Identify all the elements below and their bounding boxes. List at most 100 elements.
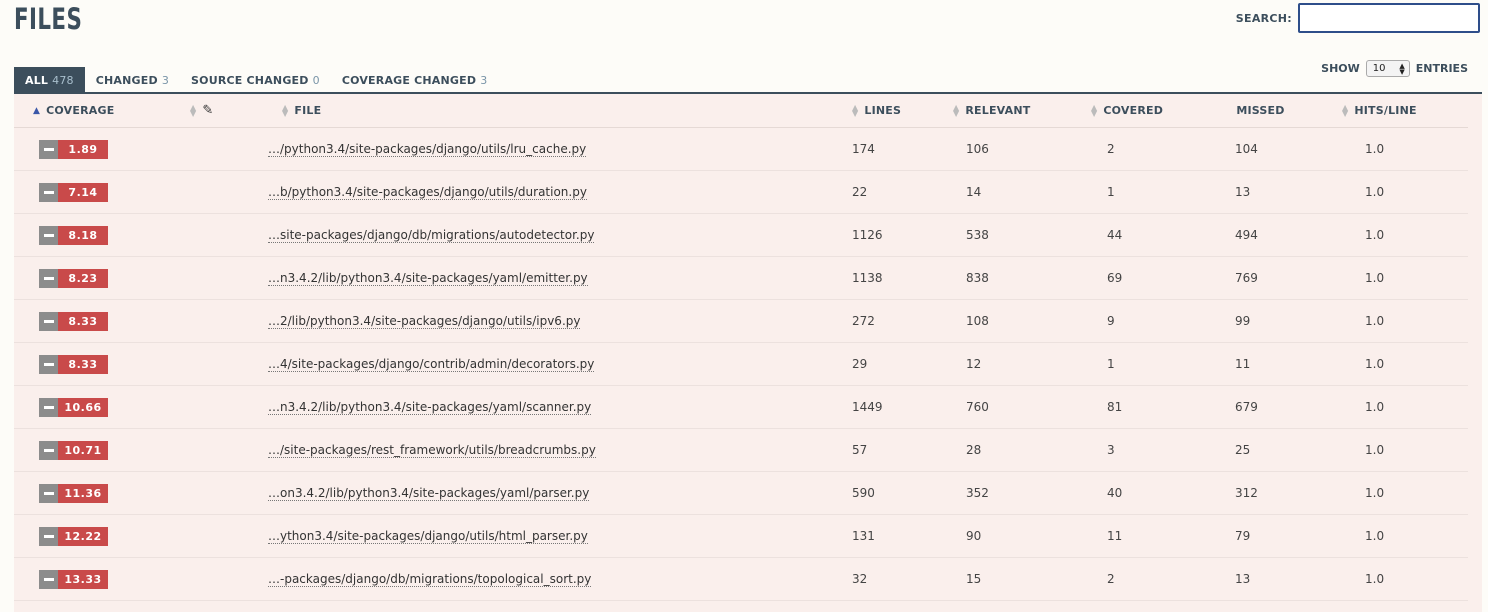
column-header-hits[interactable]: ▲ ▼ HITS/LINE [1312,94,1468,128]
tab-label: COVERAGE CHANGED [341,73,477,87]
coverage-cell: 8.33 [14,299,168,343]
minus-icon[interactable] [39,569,58,589]
entries-control: SHOW 10 ▲ ▼ ENTRIES [1321,60,1468,77]
missed-cell: 679 [1192,385,1312,429]
hits-cell: 1.0 [1312,256,1468,300]
edit-cell [168,557,246,601]
table-row: 10.66 …n3.4.2/lib/python3.4/site-package… [14,385,1468,429]
missed-cell: 25 [1192,428,1312,472]
relevant-cell: 108 [920,299,1058,343]
hits-cell: 1.0 [1312,213,1468,257]
coverage-badge: 1.89 [58,139,108,159]
file-link[interactable]: …/site-packages/rest_framework/utils/bre… [268,443,596,458]
relevant-cell: 838 [920,256,1058,300]
file-cell: …-packages/django/db/migrations/topologi… [246,557,820,601]
missed-cell: 769 [1192,256,1312,300]
file-link[interactable]: …4/site-packages/django/contrib/admin/de… [268,357,595,372]
search-label: SEARCH: [1235,11,1292,25]
missed-cell: 104 [1192,127,1312,171]
file-cell: …2/lib/python3.4/site-packages/django/ut… [246,299,820,343]
file-link[interactable]: …/python3.4/site-packages/django/utils/l… [268,142,587,157]
minus-icon[interactable] [39,182,58,202]
hits-cell: 1.0 [1312,428,1468,472]
tab-source-changed[interactable]: SOURCE CHANGED 0 [180,67,331,93]
coverage-badge: 7.14 [58,182,108,202]
minus-icon[interactable] [39,440,58,460]
file-link[interactable]: …n3.4.2/lib/python3.4/site-packages/yaml… [268,271,588,286]
column-header-edit[interactable]: ▲ ▼ ✎ [168,94,246,128]
tab-label: SOURCE CHANGED [191,73,309,87]
coverage-badge: 8.33 [58,354,108,374]
coverage-badge: 12.22 [58,526,108,546]
file-link[interactable]: …ython3.4/site-packages/django/utils/htm… [268,529,588,544]
file-link[interactable]: …-packages/django/db/migrations/topologi… [268,572,592,587]
entries-select[interactable]: 10 ▲ ▼ [1365,60,1410,77]
file-link[interactable]: …n3.4.2/lib/python3.4/site-packages/yaml… [268,400,592,415]
minus-icon[interactable] [39,354,58,374]
covered-cell: 1 [1058,170,1192,214]
table-row: 12.22 …ython3.4/site-packages/django/uti… [14,514,1468,558]
file-link[interactable]: …site-packages/django/db/migrations/auto… [268,228,595,243]
tab-count: 478 [52,73,74,87]
relevant-cell: 15 [920,557,1058,601]
minus-icon[interactable] [39,397,58,417]
page-title: FILES [14,2,83,36]
table-row: 7.14 …b/python3.4/site-packages/django/u… [14,170,1468,214]
tab-changed[interactable]: CHANGED 3 [85,67,180,93]
table-row: 8.18 …site-packages/django/db/migrations… [14,213,1468,257]
lines-cell: 1126 [820,213,920,257]
edit-cell [168,299,246,343]
table-row: 13.33 …-packages/django/db/migrations/to… [14,557,1468,601]
hits-cell: 1.0 [1312,514,1468,558]
covered-cell: 69 [1058,256,1192,300]
files-table: ▲ COVERAGE ▲ ▼ ✎ ▲ ▼ FILE ▲ ▼ LINES ▲ ▼ RELEVANT … [14,94,1468,601]
covered-cell: 44 [1058,213,1192,257]
column-label: COVERAGE [46,104,115,117]
column-label: MISSED [1236,104,1285,117]
minus-icon[interactable] [39,268,58,288]
missed-cell: 99 [1192,299,1312,343]
edit-cell [168,256,246,300]
show-label: SHOW [1321,62,1360,75]
sort-asc-icon: ▲ [33,105,41,116]
minus-icon[interactable] [39,526,58,546]
tab-count: 3 [480,73,488,87]
tab-label: CHANGED [95,73,158,87]
search-input[interactable] [1298,3,1480,33]
minus-icon[interactable] [39,483,58,503]
relevant-cell: 14 [920,170,1058,214]
relevant-cell: 538 [920,213,1058,257]
tab-all[interactable]: ALL 478 [14,67,85,93]
file-link[interactable]: …on3.4.2/lib/python3.4/site-packages/yam… [268,486,590,501]
sort-icon: ▲ ▼ [282,102,289,118]
minus-icon[interactable] [39,311,58,331]
table-row: 8.23 …n3.4.2/lib/python3.4/site-packages… [14,256,1468,300]
hits-cell: 1.0 [1312,127,1468,171]
column-header-missed[interactable]: ▲▼MISSED [1192,94,1312,128]
coverage-cell: 11.36 [14,471,168,515]
file-link[interactable]: …2/lib/python3.4/site-packages/django/ut… [268,314,581,329]
column-header-relevant[interactable]: ▲ ▼ RELEVANT [920,94,1058,128]
file-cell: …ython3.4/site-packages/django/utils/htm… [246,514,820,558]
relevant-cell: 760 [920,385,1058,429]
coverage-cell: 8.23 [14,256,168,300]
column-header-covered[interactable]: ▲ ▼ COVERED [1058,94,1192,128]
column-header-file[interactable]: ▲ ▼ FILE [246,94,820,128]
coverage-cell: 12.22 [14,514,168,558]
tab-label: ALL [25,73,49,87]
files-table-container: ▲ COVERAGE ▲ ▼ ✎ ▲ ▼ FILE ▲ ▼ LINES ▲ ▼ RELEVANT … [14,92,1482,612]
entries-select-value: 10 [1372,63,1386,74]
file-link[interactable]: …b/python3.4/site-packages/django/utils/… [268,185,587,200]
minus-icon[interactable] [39,139,58,159]
column-header-lines[interactable]: ▲ ▼ LINES [820,94,920,128]
covered-cell: 40 [1058,471,1192,515]
file-cell: …n3.4.2/lib/python3.4/site-packages/yaml… [246,385,820,429]
column-header-coverage[interactable]: ▲ COVERAGE [14,94,168,128]
relevant-cell: 12 [920,342,1058,386]
sort-icon: ▲ ▼ [953,102,960,118]
minus-icon[interactable] [39,225,58,245]
hits-cell: 1.0 [1312,299,1468,343]
lines-cell: 174 [820,127,920,171]
tab-coverage-changed[interactable]: COVERAGE CHANGED 3 [331,67,499,93]
coverage-badge: 8.23 [58,268,108,288]
